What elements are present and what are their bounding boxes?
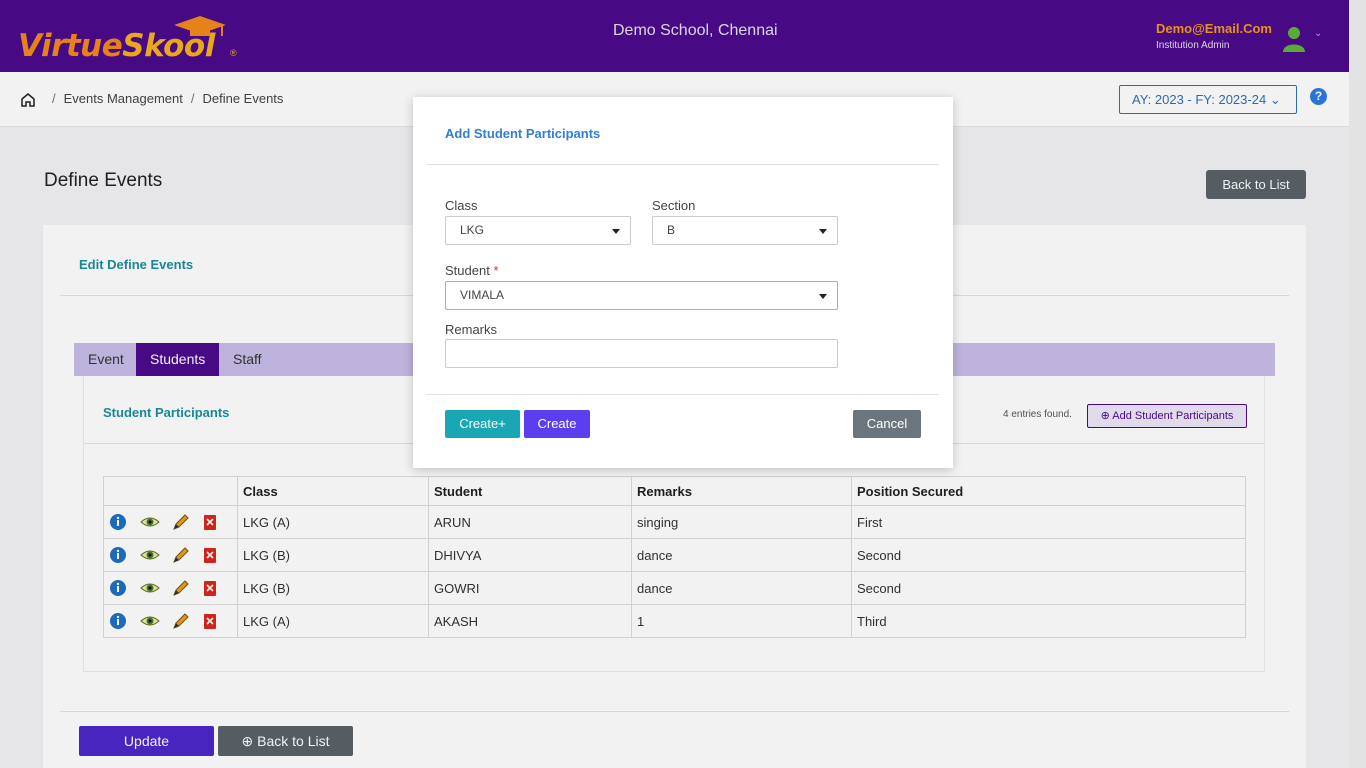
modal-title: Add Student Participants xyxy=(445,126,601,141)
student-label-text: Student xyxy=(445,263,490,278)
class-label: Class xyxy=(445,198,478,213)
student-select[interactable]: VIMALA xyxy=(445,281,838,310)
caret-down-icon xyxy=(612,229,620,234)
caret-down-icon xyxy=(819,294,827,299)
cancel-button[interactable]: Cancel xyxy=(853,410,921,438)
class-select-value: LKG xyxy=(460,223,485,237)
class-select[interactable]: LKG xyxy=(445,216,631,245)
modal-content: Add Student Participants Class LKG Secti… xyxy=(426,110,939,455)
create-plus-button[interactable]: Create+ xyxy=(445,410,520,438)
add-student-participants-modal: Add Student Participants Class LKG Secti… xyxy=(413,97,953,468)
section-select-value: B xyxy=(667,223,676,237)
remarks-input[interactable] xyxy=(445,339,838,368)
required-marker: * xyxy=(493,263,499,278)
student-select-value: VIMALA xyxy=(460,288,505,302)
section-select[interactable]: B xyxy=(652,216,838,245)
remarks-label: Remarks xyxy=(445,322,498,337)
divider xyxy=(426,164,939,165)
caret-down-icon xyxy=(819,229,827,234)
student-label: Student * xyxy=(445,263,499,278)
divider xyxy=(426,394,939,395)
section-label: Section xyxy=(652,198,696,213)
create-button[interactable]: Create xyxy=(524,410,590,438)
